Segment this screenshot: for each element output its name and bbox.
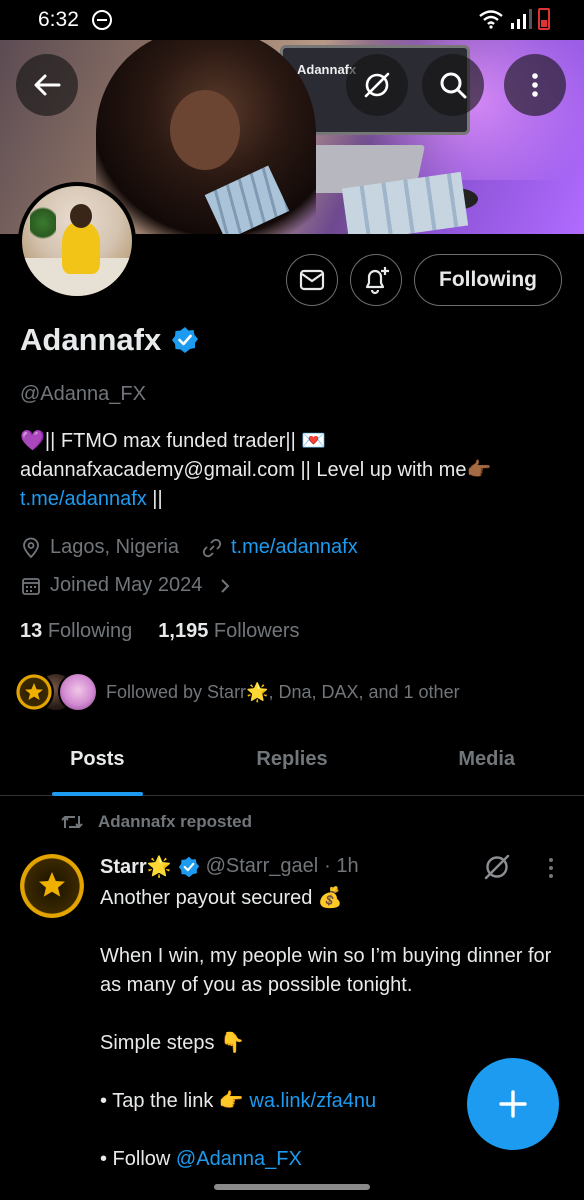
link-icon	[202, 538, 222, 557]
post-author-avatar[interactable]	[20, 854, 84, 918]
post-author-handle[interactable]: @Starr_gael	[206, 855, 319, 878]
profile-meta-row: Lagos, Nigeria t.me/adannafx	[20, 536, 358, 559]
tab-replies[interactable]: Replies	[195, 730, 390, 795]
bio-link[interactable]: t.me/adannafx	[20, 488, 147, 510]
repost-indicator: Adannafx reposted	[60, 812, 252, 832]
post-line-1: Another payout secured 💰	[100, 887, 343, 909]
post-body[interactable]: Another payout secured 💰 When I win, my …	[100, 884, 560, 1200]
bell-plus-icon	[365, 267, 389, 295]
post-line-3: Simple steps 👇	[100, 1032, 245, 1054]
post-step-1-link[interactable]: wa.link/zfa4nu	[249, 1090, 376, 1112]
followers-count: 1,195	[158, 620, 209, 642]
joined-row[interactable]: Joined May 2024	[20, 574, 236, 597]
location-text: Lagos, Nigeria	[50, 536, 179, 558]
post-step-1-text: • Tap the link 👉	[100, 1090, 250, 1112]
signal-icon	[511, 9, 532, 29]
website-link[interactable]: t.me/adannafx	[231, 536, 358, 559]
notifications-button[interactable]	[350, 254, 402, 306]
avatar-head	[70, 204, 92, 228]
do-not-disturb-icon	[92, 10, 112, 30]
status-bar: 6:32	[0, 0, 584, 40]
post-author-name[interactable]: Starr🌟	[100, 854, 172, 879]
verified-icon[interactable]	[171, 326, 199, 354]
follow-counts: 13 Following 1,195 Followers	[20, 620, 300, 643]
grok-icon	[364, 72, 390, 98]
followed-by-text: Followed by Starr🌟, Dna, DAX, and 1 othe…	[106, 681, 460, 702]
status-indicators	[478, 8, 550, 30]
followers-label: Followers	[213, 620, 300, 642]
profile-handle: @Adanna_FX	[20, 383, 146, 405]
joined-text: Joined May 2024	[50, 574, 203, 596]
profile-bio: 💜|| FTMO max funded trader|| 💌 adannafxa…	[20, 427, 560, 514]
following-label: Following	[47, 620, 133, 642]
follower-avatar-starr	[14, 672, 54, 712]
post-step-2: • Follow @Adanna_FX	[100, 1145, 560, 1174]
repost-label: Adannafx reposted	[98, 812, 252, 831]
verified-icon	[178, 856, 199, 877]
profile-avatar[interactable]	[18, 182, 136, 300]
mail-icon	[299, 269, 325, 291]
chevron-right-icon	[221, 578, 230, 593]
more-vert-icon[interactable]	[544, 856, 558, 880]
grok-button[interactable]	[346, 54, 408, 116]
home-indicator[interactable]	[214, 1184, 370, 1190]
more-options-button[interactable]	[504, 54, 566, 116]
bio-link-suffix: ||	[146, 488, 163, 510]
banner-face	[170, 90, 240, 170]
post-step-2-mention[interactable]: @Adanna_FX	[176, 1148, 302, 1170]
post-step-2-text: • Follow	[100, 1148, 176, 1170]
calendar-icon	[22, 577, 40, 595]
repost-icon	[61, 816, 83, 828]
more-vert-icon	[532, 73, 538, 97]
followed-by-row[interactable]: Followed by Starr🌟, Dna, DAX, and 1 othe…	[14, 672, 460, 712]
bio-line-1: 💜|| FTMO max funded trader|| 💌	[20, 430, 327, 452]
search-button[interactable]	[422, 54, 484, 116]
bio-line-2: adannafxacademy@gmail.com || Level up wi…	[20, 459, 492, 481]
post-time: · 1h	[324, 855, 359, 877]
following-button[interactable]: Following	[414, 254, 562, 306]
tab-posts[interactable]: Posts	[0, 730, 195, 796]
post-header: Starr🌟 @Starr_gael · 1h	[100, 854, 359, 879]
following-count: 13	[20, 620, 43, 642]
status-time: 6:32	[38, 8, 79, 31]
avatar-dress	[62, 222, 100, 274]
star-icon	[39, 872, 65, 897]
message-button[interactable]	[286, 254, 338, 306]
following-count-link[interactable]: 13 Following	[20, 620, 132, 643]
back-button[interactable]	[16, 54, 78, 116]
tab-media[interactable]: Media	[389, 730, 584, 795]
follower-avatar-dax	[58, 672, 98, 712]
profile-tabs: Posts Replies Media	[0, 730, 584, 796]
post-line-2: When I win, my people win so I’m buying …	[100, 945, 552, 996]
battery-icon	[538, 8, 550, 30]
plus-icon	[499, 1090, 527, 1118]
compose-button[interactable]	[467, 1058, 559, 1150]
followers-count-link[interactable]: 1,195 Followers	[158, 620, 299, 643]
avatar-plant	[30, 204, 56, 242]
display-name: Adannafx	[20, 322, 162, 357]
back-arrow-icon	[34, 74, 61, 96]
grok-icon[interactable]	[482, 852, 512, 882]
wifi-icon	[479, 10, 503, 29]
location-icon	[23, 537, 39, 558]
search-icon	[440, 72, 467, 99]
name-row: Adannafx	[20, 322, 199, 358]
